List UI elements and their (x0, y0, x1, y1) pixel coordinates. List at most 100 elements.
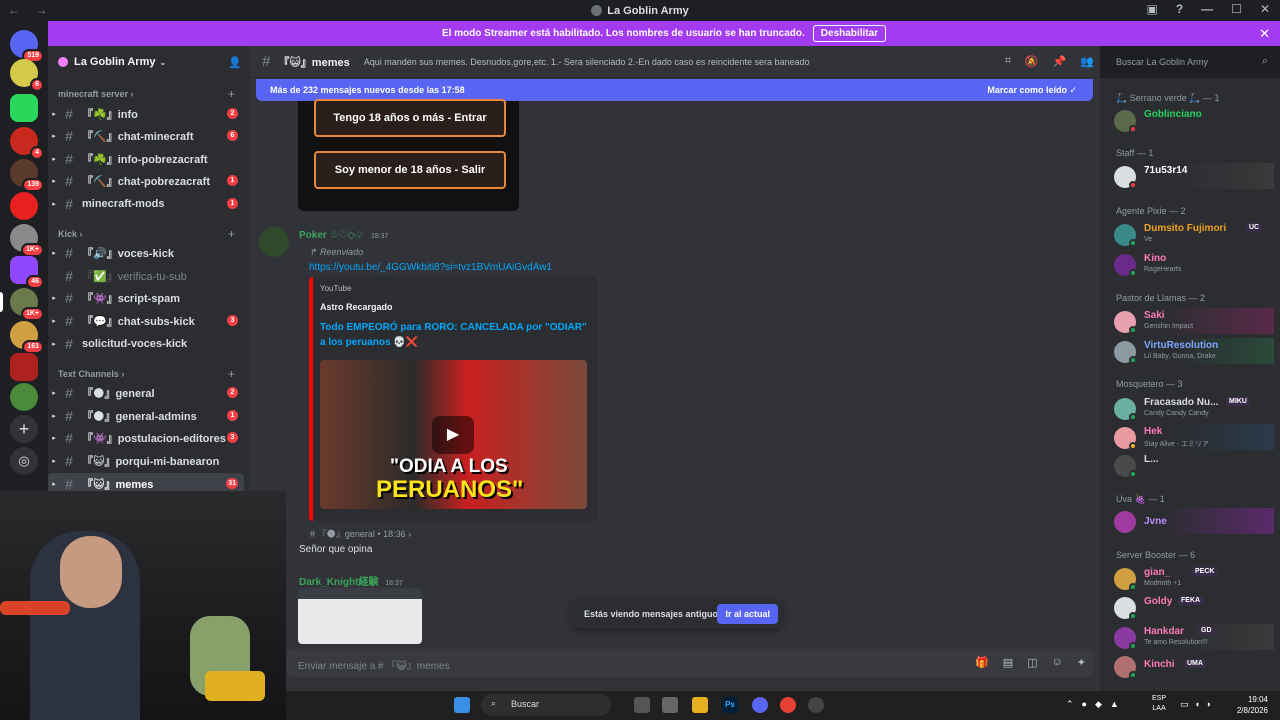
member-item[interactable]: Fracasado Nu... MIKU Candy Candy Candy (1114, 395, 1274, 421)
app-icon[interactable] (662, 697, 678, 713)
member-item[interactable]: Saki Genshin Impact (1114, 308, 1274, 334)
pin-icon[interactable]: 📌 (1053, 55, 1067, 68)
channel-porqui-mi-banearon[interactable]: ▸ # 『😺』porqui-mi-banearon (48, 450, 244, 471)
channel-script-spam[interactable]: ▸ # 『👾』script-spam (48, 287, 244, 308)
help-icon[interactable]: ? (1176, 2, 1183, 16)
member-item[interactable]: gian_ PECK Modrinth +1 (1114, 565, 1274, 591)
member-item[interactable]: Hankdar GD Te amo Resolution!!! (1114, 624, 1274, 650)
server-icon[interactable]: 139 (10, 159, 44, 192)
server-icon[interactable]: 161 (10, 321, 44, 354)
channel-chat-subs-kick[interactable]: ▸ # 『💬』chat-subs-kick 3 (48, 310, 244, 331)
file-explorer-icon[interactable] (692, 697, 708, 713)
threads-icon[interactable]: ⌗ (1005, 55, 1011, 68)
member-item[interactable]: 71u53r14 (1114, 163, 1274, 189)
avatar[interactable] (259, 227, 289, 257)
app-icon[interactable] (808, 697, 824, 713)
channel-chat-pobrezacraft[interactable]: ▸ # 『⛏️』chat-pobrezacraft 1 (48, 170, 244, 191)
gif-icon[interactable]: ▤ (1003, 656, 1013, 669)
server-icon[interactable] (10, 383, 38, 411)
server-icon-goblin-army[interactable]: 1K+ (0, 288, 44, 321)
channel-postulacion-editores[interactable]: ▸ # 『👾』postulacion-editores 3 (48, 427, 244, 448)
photoshop-icon[interactable]: Ps (722, 697, 738, 713)
inbox-icon[interactable]: ▣ (1146, 2, 1157, 16)
member-item[interactable]: Kino RageHearts (1114, 251, 1274, 277)
server-icon[interactable]: 1K+ (10, 224, 44, 257)
server-icon-twitch[interactable]: 46 (10, 256, 44, 289)
badge: 6 (30, 78, 44, 92)
server-icon[interactable] (10, 353, 38, 381)
clock[interactable]: 19:04 2/8/2026 (1237, 694, 1268, 716)
mute-icon[interactable]: 🔕 (1025, 55, 1039, 68)
maximize-button[interactable]: ☐ (1231, 2, 1242, 16)
search-input[interactable]: Buscar La Goblin Army ⌕ (1110, 52, 1274, 72)
member-item[interactable]: Kinchi UMA (1114, 653, 1274, 679)
forward-origin[interactable]: # 『🌑』general • 18:36 › (310, 527, 411, 540)
add-channel-icon[interactable]: + (228, 227, 235, 241)
task-view-icon[interactable] (634, 697, 650, 713)
channel-solicitud-voces-kick[interactable]: ▸ # solicitud-voces-kick (48, 333, 244, 354)
network-volume-icons[interactable]: ▭◖◗ (1180, 699, 1217, 710)
close-icon[interactable]: ✕ (1259, 26, 1270, 42)
member-item[interactable]: Dumsito Fujimori UC Ve (1114, 221, 1274, 247)
member-item[interactable]: Goblinciano (1114, 107, 1274, 133)
category-kick[interactable]: Kick › + (58, 227, 235, 241)
member-item[interactable]: VirtuResolution Lil Baby, Gunna, Drake (1114, 338, 1274, 364)
server-icon[interactable]: 4 (10, 127, 44, 160)
close-button[interactable]: ✕ (1260, 2, 1270, 16)
system-tray-icons[interactable]: ⌃●◆▲ (1066, 699, 1127, 710)
member-item[interactable]: Goldy FEKA (1114, 594, 1274, 620)
chrome-icon[interactable] (780, 697, 796, 713)
channel-minecraft-mods[interactable]: ▸ # minecraft-mods 1 (48, 193, 244, 214)
channel-verifica-tu-sub[interactable]: # 『✅』verifica-tu-sub (48, 265, 244, 286)
sticker-icon[interactable]: ◫ (1027, 656, 1037, 669)
channel-voces-kick[interactable]: ▸ # 『🔊』voces-kick (48, 242, 244, 263)
discover-icon[interactable]: ◎ (10, 447, 38, 475)
minimize-button[interactable]: — (1201, 2, 1213, 16)
image-attachment[interactable] (298, 588, 422, 644)
member-name: gian_ (1144, 567, 1171, 578)
channel-info[interactable]: ▸ # 『☘️』info 2 (48, 103, 244, 124)
add-channel-icon[interactable]: + (228, 87, 235, 101)
nav-arrows[interactable]: ← → (8, 3, 53, 17)
message-author[interactable]: Dark_Knight経験 18:37 (299, 573, 403, 588)
dm-home-button[interactable]: 519 (10, 30, 44, 63)
server-icon[interactable]: 6 (10, 59, 44, 92)
embed-title[interactable]: Todo EMPEORÓ para RORO: CANCELADA por "O… (320, 320, 590, 350)
add-server-icon[interactable]: + (10, 415, 38, 443)
member-item[interactable]: Hek Stay Alive - エミリア (1114, 424, 1274, 450)
add-channel-icon[interactable]: + (228, 367, 235, 381)
message-author[interactable]: Poker ♧♡◇♤ 18:37 (299, 230, 388, 241)
member-item[interactable]: L... (1114, 452, 1274, 478)
category-minecraft[interactable]: minecraft server › + (58, 87, 235, 101)
apps-icon[interactable]: ✦ (1077, 656, 1086, 669)
embed-author[interactable]: Astro Recargado (320, 302, 393, 312)
member-item[interactable]: Jvne (1114, 508, 1274, 534)
server-icon-kick[interactable] (10, 94, 38, 122)
discord-icon[interactable] (752, 697, 768, 713)
channel-chat-minecraft[interactable]: ▸ # 『⛏️』chat-minecraft 6 (48, 125, 244, 146)
jump-to-present-button[interactable]: Ir al actual (717, 604, 778, 624)
emoji-icon[interactable]: ☺ (1052, 656, 1063, 669)
members-icon[interactable]: 👥 (1080, 55, 1094, 68)
disable-streamer-button[interactable]: Deshabilitar (812, 25, 887, 42)
channel-topic[interactable]: Aqui manden sus memes. Desnudos,gore,etc… (364, 57, 824, 67)
message-input[interactable]: Enviar mensaje a # 『😺』memes 🎁 ▤ ◫ ☺ ✦ (286, 649, 1094, 677)
play-icon[interactable]: ▶ (432, 416, 474, 454)
channel-general-admins[interactable]: ▸ # 『🌑』general-admins 1 (48, 405, 244, 426)
new-messages-bar[interactable]: Más de 232 mensajes nuevos desde las 17:… (256, 79, 1093, 101)
channel-general[interactable]: ▸ # 『🌑』general 2 (48, 382, 244, 403)
channel-info-pobrezacraft[interactable]: ▸ # 『☘️』info-pobrezacraft (48, 148, 244, 169)
category-text-channels[interactable]: Text Channels › + (58, 367, 235, 381)
start-icon[interactable] (454, 697, 470, 713)
server-icon[interactable] (10, 192, 38, 220)
video-thumbnail[interactable]: ▶ "ODIA A LOS PERUANOS" (320, 360, 587, 509)
server-header[interactable]: La Goblin Army ⌄ 👤 (48, 46, 250, 78)
member-name: Dumsito Fujimori (1144, 223, 1227, 234)
invite-icon[interactable]: 👤 (228, 56, 242, 69)
gift-icon[interactable]: 🎁 (975, 656, 989, 669)
mark-as-read-button[interactable]: Marcar como leído ✓ (987, 85, 1077, 96)
language-indicator[interactable]: ESP LAA (1152, 694, 1166, 714)
member-status: Te amo Resolution!!! (1144, 639, 1208, 646)
youtube-link[interactable]: https://youtu.be/_4GGWkbiti8?si=tvz1BVmU… (309, 262, 552, 273)
taskbar-search[interactable]: ⌕ Buscar (481, 694, 611, 716)
